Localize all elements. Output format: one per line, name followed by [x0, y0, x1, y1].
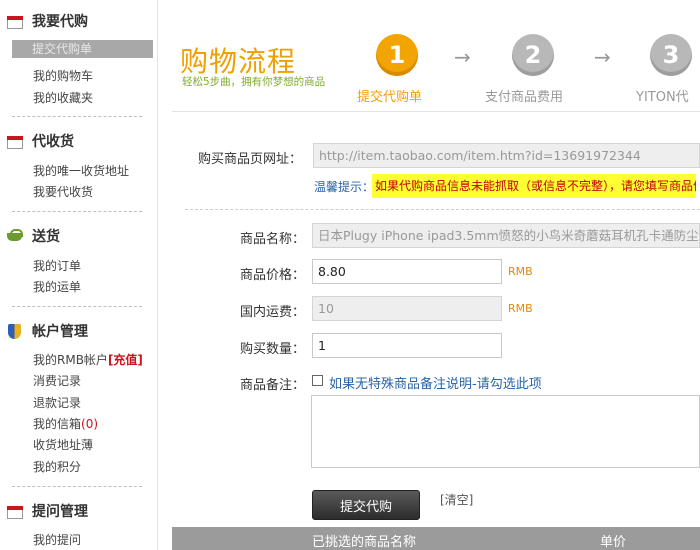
sidebar-item-label: 我的RMB帐户 — [33, 353, 108, 367]
step-1-label: 提交代购单 — [357, 90, 423, 105]
inbox-count: (0) — [81, 417, 99, 431]
sidebar-item-address-book[interactable]: 收货地址薄 — [33, 437, 93, 453]
note-textarea[interactable] — [311, 395, 700, 468]
product-name-label: 商品名称： — [240, 232, 306, 247]
submit-order-button[interactable]: 提交代购 — [312, 490, 420, 520]
step-2-label: 支付商品费用 — [485, 90, 564, 105]
no-note-checkbox[interactable] — [312, 375, 323, 386]
product-name-input[interactable]: 日本Plugy iPhone ipad3.5mm愤怒的小鸟米奇蘑菇耳机孔卡通防尘… — [312, 223, 700, 248]
price-label: 商品价格： — [240, 268, 306, 283]
shipping-label: 国内运费： — [240, 305, 306, 320]
calendar-icon — [6, 503, 24, 519]
price-input[interactable]: 8.80 — [312, 259, 502, 284]
basket-icon — [6, 228, 24, 244]
sidebar-section-questions: 提问管理 — [6, 501, 88, 521]
sidebar-divider — [12, 486, 142, 487]
step-1-circle: 1 — [376, 34, 418, 76]
selected-items-table-header: 已挑选的商品名称 单价 — [172, 527, 700, 550]
url-input[interactable]: http://item.taobao.com/item.htm?id=13691… — [313, 143, 700, 168]
no-note-checkbox-label[interactable]: 如果无特殊商品备注说明-请勾选此项 — [329, 373, 542, 392]
sidebar-item-my-questions[interactable]: 我的提问 — [33, 532, 81, 548]
clear-link[interactable]: [清空] — [440, 491, 473, 508]
column-header-price: 单价 — [600, 535, 627, 550]
note-label: 商品备注： — [240, 378, 306, 393]
sidebar-item-orders[interactable]: 我的订单 — [33, 258, 81, 274]
quantity-label: 购买数量： — [240, 342, 306, 357]
sidebar-section-proxy-buy: 我要代购 — [6, 11, 88, 31]
shipping-input[interactable]: 10 — [312, 296, 502, 321]
shipping-unit: RMB — [508, 302, 533, 315]
quantity-input[interactable]: 1 — [312, 333, 502, 358]
sidebar-section-receive: 代收货 — [6, 131, 74, 151]
sidebar-item-favorites[interactable]: 我的收藏夹 — [33, 90, 93, 106]
sidebar-item-address[interactable]: 我的唯一收货地址 — [33, 163, 129, 179]
page-subtitle: 轻松5步曲，拥有你梦想的商品 — [182, 76, 326, 88]
hint-label: 温馨提示： — [314, 180, 375, 194]
sidebar-divider — [12, 211, 142, 212]
sidebar-item-label: 我的信箱 — [33, 417, 82, 431]
step-2-circle: 2 — [512, 34, 554, 76]
form-divider — [185, 209, 700, 210]
process-header: 购物流程 轻松5步曲，拥有你梦想的商品 1 提交代购单 → 2 支付商品费用 →… — [172, 0, 700, 112]
step-3-label: YITON代 — [636, 90, 689, 105]
calendar-icon — [6, 133, 24, 149]
arrow-right-icon: → — [454, 45, 471, 69]
shield-icon — [6, 323, 24, 339]
calendar-icon — [6, 13, 24, 29]
column-header-name: 已挑选的商品名称 — [312, 535, 417, 550]
recharge-link[interactable]: [充值] — [108, 353, 143, 367]
sidebar-item-waybills[interactable]: 我的运单 — [33, 279, 81, 295]
sidebar-section-delivery: 送货 — [6, 226, 60, 246]
price-unit: RMB — [508, 265, 533, 278]
sidebar-item-receive[interactable]: 我要代收货 — [33, 184, 93, 200]
sidebar: 我要代购 提交代购单 我的购物车 我的收藏夹 代收货 我的唯一收货地址 我要代收… — [0, 0, 158, 550]
sidebar-divider — [12, 306, 142, 307]
hint-message: 如果代购商品信息未能抓取（或信息不完整），请您填写商品信息 — [372, 174, 696, 198]
url-label: 购买商品页网址： — [198, 152, 303, 167]
arrow-right-icon: → — [594, 45, 611, 69]
sidebar-divider — [12, 116, 142, 117]
sidebar-item-rmb-account[interactable]: 我的RMB帐户[充值] — [33, 352, 143, 368]
sidebar-item-inbox[interactable]: 我的信箱(0) — [33, 416, 98, 432]
sidebar-section-account: 帐户管理 — [6, 321, 88, 341]
sidebar-item-submit-order[interactable]: 提交代购单 — [12, 40, 153, 58]
sidebar-item-points[interactable]: 我的积分 — [33, 459, 81, 475]
sidebar-item-consumption[interactable]: 消费记录 — [33, 373, 81, 389]
step-3-circle: 3 — [650, 34, 692, 76]
sidebar-item-refunds[interactable]: 退款记录 — [33, 395, 81, 411]
sidebar-item-cart[interactable]: 我的购物车 — [33, 68, 93, 84]
